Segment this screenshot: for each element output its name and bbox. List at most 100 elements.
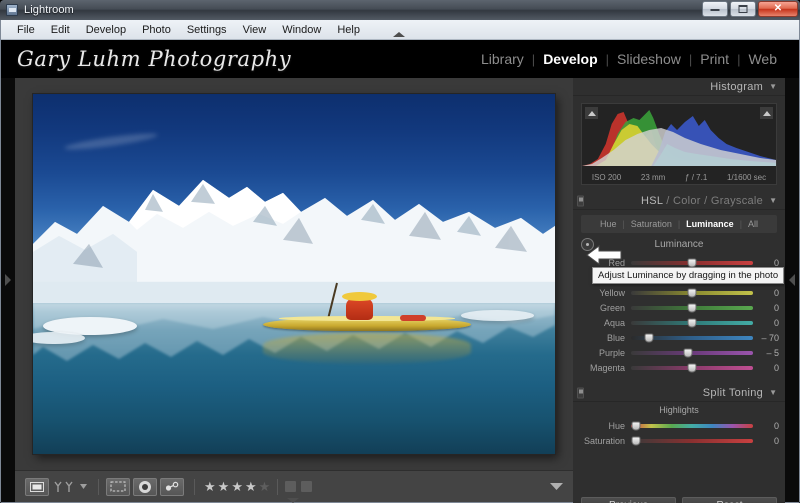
minimize-button[interactable] [702, 1, 728, 17]
view-options-chevron[interactable] [79, 478, 88, 496]
rating-stars[interactable]: ★ ★ ★ ★ ★ [204, 480, 270, 493]
spot-removal-button[interactable] [133, 477, 157, 496]
reset-button[interactable]: Reset [682, 496, 777, 503]
slider-row-highlights-saturation[interactable]: Saturation 0 [573, 433, 785, 448]
menu-view[interactable]: View [235, 22, 275, 38]
menu-edit[interactable]: Edit [43, 22, 78, 38]
split-toning-panel-header[interactable]: Split Toning ▼ [573, 384, 785, 402]
menu-file[interactable]: File [9, 22, 43, 38]
tab-hue[interactable]: Hue [594, 219, 623, 229]
chevron-down-icon[interactable]: ▼ [769, 388, 777, 397]
loupe-view-button[interactable] [25, 477, 49, 496]
photo-preview[interactable] [33, 94, 555, 454]
maximize-button[interactable] [730, 1, 756, 17]
menu-photo[interactable]: Photo [134, 22, 179, 38]
slider-row-yellow[interactable]: Yellow 0 [573, 285, 785, 300]
slider-knob-highlights-hue[interactable] [631, 421, 641, 430]
menu-help[interactable]: Help [329, 22, 368, 38]
collapse-top-arrow[interactable] [393, 32, 405, 37]
pick-flag-icon[interactable] [285, 481, 297, 492]
toolbar-collapse-chevron[interactable] [550, 483, 563, 490]
module-slideshow[interactable]: Slideshow [609, 51, 689, 67]
close-icon: ✕ [773, 3, 783, 14]
identity-plate[interactable]: Gary Luhm Photography [17, 47, 291, 71]
arrow-cursor-left [586, 245, 622, 265]
slider-track-highlights-saturation[interactable] [631, 436, 753, 445]
hsl-mode-label: Luminance [654, 238, 704, 250]
app-icon [6, 4, 18, 16]
slider-track-aqua[interactable] [631, 318, 753, 327]
hsl-title-grayscale[interactable]: Grayscale [711, 195, 763, 207]
module-develop[interactable]: Develop [535, 51, 605, 67]
slider-track-green[interactable] [631, 303, 753, 312]
left-panel-collapsed[interactable] [1, 78, 15, 502]
module-web[interactable]: Web [740, 51, 785, 67]
tab-saturation[interactable]: Saturation [625, 219, 678, 229]
chevron-down-icon[interactable]: ▼ [769, 196, 777, 205]
slider-knob-aqua[interactable] [687, 318, 697, 327]
menu-window[interactable]: Window [274, 22, 329, 38]
tab-luminance[interactable]: Luminance [680, 219, 740, 229]
slider-track-purple[interactable] [631, 348, 753, 357]
star-4[interactable]: ★ [245, 480, 257, 493]
star-1[interactable]: ★ [204, 480, 216, 493]
slider-value-highlights-saturation: 0 [773, 435, 779, 446]
slider-row-blue[interactable]: Blue – 70 [573, 330, 785, 345]
collapse-right-arrow[interactable] [789, 274, 795, 286]
slider-track-highlights-hue[interactable] [631, 421, 753, 430]
star-2[interactable]: ★ [218, 480, 230, 493]
hsl-title-color[interactable]: Color [673, 195, 701, 207]
star-3[interactable]: ★ [231, 480, 243, 493]
slider-track-yellow[interactable] [631, 288, 753, 297]
hsl-panel-header[interactable]: HSL / Color / Grayscale ▼ [573, 192, 785, 210]
module-library[interactable]: Library [473, 51, 532, 67]
slider-label-magenta: Magenta [589, 362, 625, 373]
slider-knob-magenta[interactable] [687, 363, 697, 372]
maximize-icon [738, 5, 748, 13]
slider-knob-blue[interactable] [644, 333, 654, 342]
red-eye-button[interactable] [160, 477, 184, 496]
right-panel-edge[interactable] [785, 78, 799, 502]
slider-label-green: Green [599, 302, 625, 313]
slider-row-magenta[interactable]: Magenta 0 [573, 360, 785, 375]
loupe-view-icon [30, 481, 44, 492]
slider-knob-green[interactable] [687, 303, 697, 312]
compare-view-button[interactable] [52, 478, 76, 496]
menu-develop[interactable]: Develop [78, 22, 134, 38]
exif-shutter: 1/1600 sec [726, 173, 767, 182]
panel-enable-switch[interactable] [577, 195, 584, 206]
histogram-graph[interactable]: ISO 200 23 mm ƒ / 7.1 1/1600 sec [581, 103, 777, 185]
chevron-down-icon[interactable]: ▼ [769, 82, 777, 91]
slider-row-highlights-hue[interactable]: Hue 0 [573, 418, 785, 433]
slider-row-purple[interactable]: Purple – 5 [573, 345, 785, 360]
slider-knob-highlights-saturation[interactable] [631, 436, 641, 445]
collapse-left-arrow[interactable] [5, 274, 11, 286]
reject-flag-icon[interactable] [301, 481, 313, 492]
compare-view-icon [54, 481, 73, 492]
exif-iso: ISO 200 [591, 173, 622, 182]
hsl-title-hsl[interactable]: HSL [641, 195, 663, 207]
tab-all[interactable]: All [742, 219, 764, 229]
close-button[interactable]: ✕ [758, 1, 798, 17]
slider-track-magenta[interactable] [631, 363, 753, 372]
right-panel: Histogram ▼ ISO 200 23 mm ƒ / 7.1 1/1600… [573, 78, 785, 502]
slider-knob-yellow[interactable] [687, 288, 697, 297]
slider-knob-red[interactable] [687, 258, 697, 267]
star-5[interactable]: ★ [259, 480, 271, 493]
slider-track-blue[interactable] [631, 333, 753, 342]
previous-button[interactable]: Previous [581, 496, 676, 503]
crop-tool-button[interactable] [106, 477, 130, 496]
slider-row-aqua[interactable]: Aqua 0 [573, 315, 785, 330]
menu-settings[interactable]: Settings [179, 22, 235, 38]
shadow-clipping-icon[interactable] [585, 107, 598, 119]
slider-value-yellow: 0 [773, 287, 779, 298]
module-print[interactable]: Print [692, 51, 737, 67]
panel-enable-switch[interactable] [577, 387, 584, 398]
histogram-panel-header[interactable]: Histogram ▼ [573, 78, 785, 96]
collapse-bottom-arrow[interactable] [287, 498, 299, 503]
slider-knob-purple[interactable] [683, 348, 693, 357]
slider-row-green[interactable]: Green 0 [573, 300, 785, 315]
highlight-clipping-icon[interactable] [760, 107, 773, 119]
slider-track-red[interactable] [631, 258, 753, 267]
window-titlebar[interactable]: Lightroom ✕ [0, 0, 800, 20]
